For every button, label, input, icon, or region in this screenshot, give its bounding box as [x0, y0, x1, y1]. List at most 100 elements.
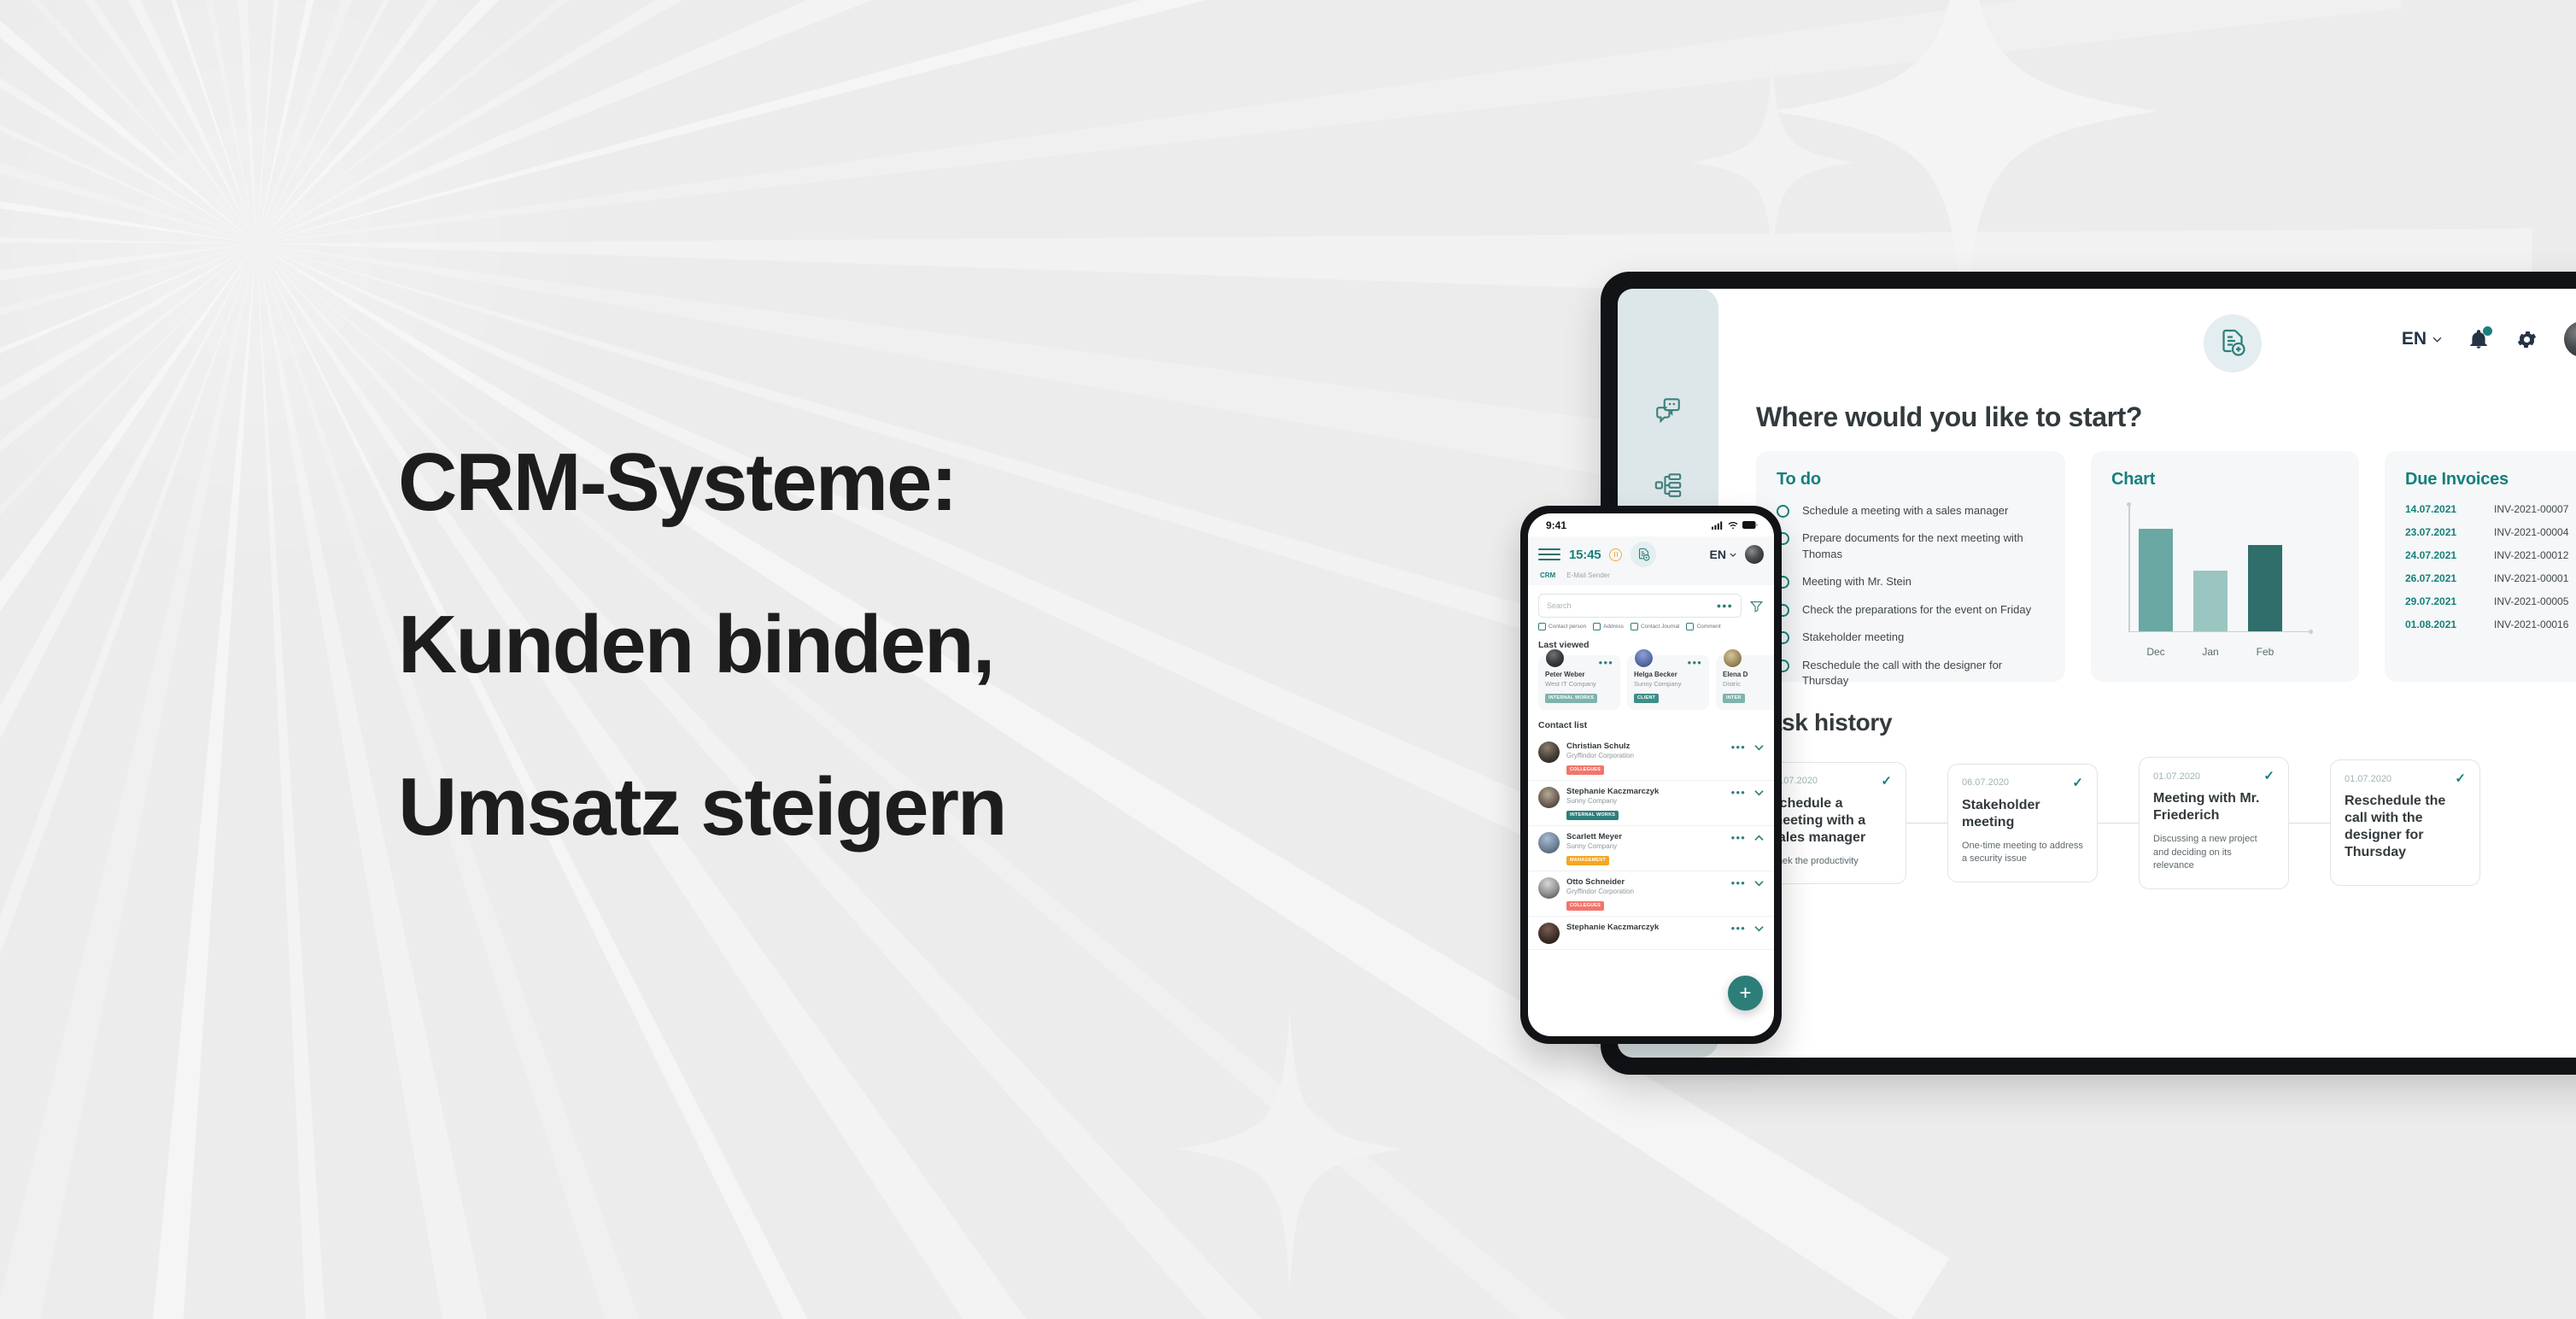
- filter-checkbox[interactable]: Address: [1593, 623, 1624, 630]
- document-add-icon[interactable]: [1630, 542, 1657, 567]
- wifi-icon: [1728, 521, 1738, 529]
- contact-name: Christian Schulz: [1566, 742, 1630, 751]
- invoice-row[interactable]: 26.07.2021 INV-2021-00001: [2405, 572, 2576, 584]
- invoice-row[interactable]: 01.08.2021 INV-2021-00016: [2405, 618, 2576, 630]
- due-invoices-panel: Due Invoices 14.07.2021 INV-2021-00007 23.…: [2385, 451, 2576, 682]
- todo-item[interactable]: Meeting with Mr. Stein: [1777, 574, 2045, 589]
- tab-crm[interactable]: CRM: [1540, 572, 1555, 579]
- status-badge: INTERNAL WORKS: [1545, 693, 1598, 703]
- invoice-row[interactable]: 14.07.2021 INV-2021-00007: [2405, 503, 2576, 515]
- task-history-connector: [2289, 822, 2330, 824]
- task-card-date: 06.07.2020: [1962, 777, 2010, 788]
- more-dots-icon[interactable]: ●●●: [1717, 601, 1733, 610]
- list-item[interactable]: Scarlett Meyer Sunny Company MANAGEMENT ●●●: [1528, 826, 1774, 871]
- invoice-row[interactable]: 24.07.2021 INV-2021-00012: [2405, 549, 2576, 561]
- list-item[interactable]: Stephanie Kaczmarczyk Sunny Company INTERN…: [1528, 781, 1774, 826]
- todo-item-label: Meeting with Mr. Stein: [1802, 575, 1912, 589]
- tablet-content: EN Where would you like to start? To do …: [1718, 289, 2576, 1058]
- invoice-row[interactable]: 23.07.2021 INV-2021-00004: [2405, 526, 2576, 538]
- contact-actions: ●●●: [1731, 787, 1765, 796]
- status-badge: INTERNAL WORKS: [1566, 810, 1619, 820]
- last-viewed-card[interactable]: ●●● Peter Weber West IT Company INTERNAL WO…: [1538, 648, 1620, 710]
- hamburger-menu-icon[interactable]: [1538, 548, 1560, 560]
- contact-info: Otto Schneider Gryffindor Corporation COLL…: [1566, 877, 1724, 911]
- more-dots-icon[interactable]: ●●●: [1599, 659, 1614, 666]
- list-item[interactable]: Stephanie Kaczmarczyk ●●●: [1528, 917, 1774, 950]
- language-selector[interactable]: EN: [1710, 548, 1736, 561]
- search-input[interactable]: Search ●●●: [1538, 594, 1742, 618]
- checkbox-icon[interactable]: [1593, 623, 1601, 630]
- funnel-filter-icon[interactable]: [1749, 599, 1764, 613]
- language-label: EN: [1709, 548, 1726, 561]
- todo-item-label: Prepare documents for the next meeting w…: [1802, 531, 2023, 560]
- pause-icon[interactable]: [1609, 548, 1623, 561]
- more-dots-icon[interactable]: ●●●: [1731, 924, 1747, 932]
- invoice-number: INV-2021-00005: [2494, 595, 2569, 607]
- filter-checkbox[interactable]: Contact person: [1538, 623, 1586, 630]
- tab-email-sender[interactable]: E-Mail Sender: [1566, 572, 1610, 579]
- contact-info: Stephanie Kaczmarczyk Sunny Company INTERN…: [1566, 787, 1724, 820]
- invoice-date: 23.07.2021: [2405, 526, 2457, 538]
- phone-search-row: Search ●●●: [1528, 585, 1774, 623]
- more-dots-icon[interactable]: ●●●: [1731, 743, 1747, 751]
- chevron-down-icon[interactable]: [1754, 744, 1764, 751]
- more-dots-icon[interactable]: ●●●: [1731, 788, 1747, 796]
- chart-x-tick-labels: Dec Jan Feb: [2139, 646, 2310, 658]
- task-card-description: Discussing a new project and deciding on…: [2153, 834, 2257, 871]
- filter-label: Contact person: [1549, 624, 1587, 630]
- filter-label: Comment: [1696, 624, 1721, 630]
- task-history-card[interactable]: 06.07.2020 ✓ Stakeholder meeting One-time m…: [1947, 763, 2098, 883]
- more-dots-icon[interactable]: ●●●: [1688, 659, 1703, 666]
- battery-icon: [1742, 521, 1758, 529]
- status-bar-time: 9:41: [1546, 519, 1567, 531]
- checkbox-icon[interactable]: [1538, 623, 1546, 630]
- contact-info: Stephanie Kaczmarczyk: [1566, 923, 1724, 933]
- avatar[interactable]: [1745, 545, 1764, 564]
- chevron-down-icon[interactable]: [1754, 880, 1764, 887]
- gear-icon[interactable]: [2515, 328, 2538, 351]
- avatar[interactable]: [2564, 321, 2576, 357]
- filter-label: Contact Journal: [1640, 624, 1680, 630]
- phone-screen: 9:41 15:45 EN CRM E-Mail Sender Search ●…: [1528, 513, 1774, 1036]
- checkbox-circle-icon[interactable]: [1777, 505, 1789, 518]
- notifications-button[interactable]: [2468, 326, 2492, 350]
- document-add-icon[interactable]: [2204, 314, 2262, 372]
- contact-actions: ●●●: [1731, 923, 1765, 932]
- todo-item[interactable]: Stakeholder meeting: [1777, 630, 2045, 645]
- chart-bars: [2139, 515, 2310, 631]
- add-contact-button[interactable]: +: [1728, 976, 1763, 1011]
- chevron-up-icon[interactable]: [1754, 835, 1764, 841]
- task-history-connector: [1906, 822, 1947, 824]
- todo-item[interactable]: Schedule a meeting with a sales manager: [1777, 503, 2045, 519]
- dashboard-heading: Where would you like to start?: [1756, 402, 2143, 432]
- contact-info: Scarlett Meyer Sunny Company MANAGEMENT: [1566, 832, 1724, 865]
- last-viewed-card[interactable]: ●●●Elena DDistricINTER: [1716, 648, 1774, 710]
- todo-item[interactable]: Check the preparations for the event on …: [1777, 602, 2045, 618]
- due-invoices-list: 14.07.2021 INV-2021-00007 23.07.2021 INV-20…: [2405, 503, 2576, 630]
- list-item[interactable]: Otto Schneider Gryffindor Corporation COLL…: [1528, 871, 1774, 917]
- checkbox-icon[interactable]: [1630, 623, 1638, 630]
- checkbox-icon[interactable]: [1686, 623, 1695, 630]
- invoice-number: INV-2021-00012: [2494, 549, 2569, 561]
- contact-name: Stephanie Kaczmarczyk: [1566, 923, 1660, 932]
- filter-checkbox[interactable]: Comment: [1686, 623, 1721, 630]
- filter-checkbox[interactable]: Contact Journal: [1630, 623, 1680, 630]
- chat-bubbles-icon[interactable]: [1649, 391, 1687, 429]
- list-item[interactable]: Christian Schulz Gryffindor Corporation CO…: [1528, 736, 1774, 781]
- chevron-down-icon[interactable]: [1754, 925, 1764, 932]
- todo-item[interactable]: Reschedule the call with the designer fo…: [1777, 658, 2045, 689]
- chevron-down-icon[interactable]: [1754, 789, 1764, 796]
- task-history-card[interactable]: 01.07.2020 ✓ Meeting with Mr. Friederich Di…: [2139, 757, 2289, 889]
- contact-company: Sunny Company: [1566, 842, 1618, 850]
- more-dots-icon[interactable]: ●●●: [1731, 879, 1747, 887]
- language-selector[interactable]: EN: [2402, 329, 2442, 349]
- avatar: [1634, 648, 1654, 668]
- task-history-card[interactable]: 01.07.2020 ✓ Reschedule the call with the …: [2330, 759, 2480, 887]
- org-chart-icon[interactable]: [1649, 466, 1687, 504]
- todo-item[interactable]: Prepare documents for the next meeting w…: [1777, 531, 2045, 562]
- invoice-row[interactable]: 29.07.2021 INV-2021-00005: [2405, 595, 2576, 607]
- last-viewed-card[interactable]: ●●● Helga Becker Sunny Company CLIENT: [1627, 648, 1709, 710]
- more-dots-icon[interactable]: ●●●: [1731, 834, 1747, 841]
- contact-company: Sunny Company: [1634, 680, 1682, 688]
- tablet-topbar: EN: [1718, 289, 2576, 393]
